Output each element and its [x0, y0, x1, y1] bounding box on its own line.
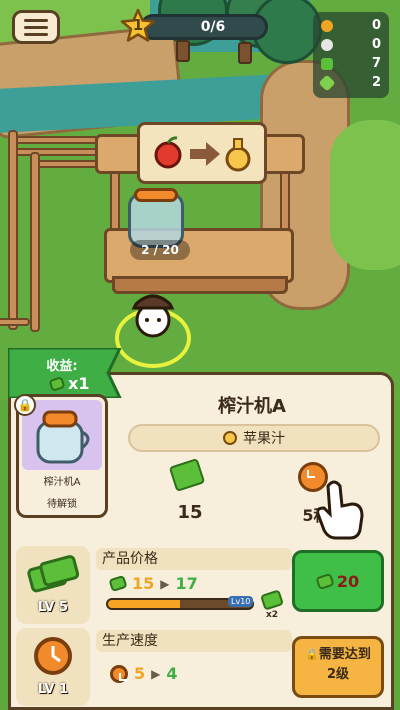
juice-bottle-icon [223, 431, 237, 445]
resource-panel: 0 0 7 2 [313, 12, 389, 98]
cash-icon [321, 57, 333, 70]
upgrade-label: 生产速度 [96, 630, 292, 652]
fence [10, 136, 102, 144]
lock-icon: 🔒 [14, 394, 36, 416]
resource-row: 0 [321, 16, 381, 35]
upgrade-speed-button[interactable]: 🔒需要达到 2级 [292, 636, 384, 698]
requirement-line2: 2级 [326, 667, 350, 682]
income-label: 收益: [46, 359, 78, 374]
resource-value: 0 [371, 37, 381, 52]
upgrade-icon-box: LV 5 [16, 546, 90, 624]
upgrade-level: LV 5 [37, 600, 69, 615]
arrow-right-icon [190, 142, 220, 166]
juice-bottle-icon [225, 138, 251, 172]
recipe-sign [137, 122, 267, 184]
cash-icon [315, 572, 335, 590]
upgrade-values: 15 ▶ 17 [108, 574, 198, 593]
cash-stack-icon [168, 458, 206, 492]
tap-hand-icon [318, 480, 364, 540]
apple-icon [154, 136, 182, 169]
resource-row: 7 [321, 54, 381, 73]
player-character[interactable] [130, 290, 176, 338]
upgrade-values: 5 ▶ 4 [110, 664, 178, 683]
upgrade-level-tag: Lv10 [228, 596, 254, 607]
fence [10, 148, 102, 156]
resource-value: 2 [371, 75, 381, 90]
upgrade-level: LV 1 [37, 682, 69, 697]
resource-value: 7 [371, 56, 381, 71]
grass-patch [330, 120, 400, 270]
juice-count: 2 / 20 [130, 240, 190, 260]
upgrade-label: 产品价格 [96, 548, 292, 570]
product-name: 苹果汁 [243, 431, 285, 447]
cash-icon [108, 574, 128, 593]
upgrade-to: 17 [175, 574, 198, 593]
upgrade-from: 15 [132, 574, 155, 593]
fence-post [8, 130, 18, 330]
menu-line [24, 18, 48, 22]
fence-post [30, 152, 40, 332]
upgrade-to: 4 [166, 664, 178, 683]
menu-line [24, 32, 48, 36]
resource-value: 0 [371, 18, 381, 33]
level-progress-text: 0/6 [200, 19, 226, 35]
upgrade-price-button[interactable]: 20 [292, 550, 384, 612]
upgrade-progress-fill [108, 600, 180, 608]
income-value-group: x1 [48, 374, 90, 393]
tree-trunk [176, 40, 190, 62]
gem-icon [318, 74, 336, 91]
gold-fruit-icon [321, 19, 333, 32]
arrow-right-icon: ▶ [160, 576, 170, 591]
level-star-icon: 1 [120, 8, 156, 44]
income-value: x1 [68, 374, 90, 393]
menu-line [24, 25, 48, 29]
upgrade-bonus: x2 [266, 610, 279, 620]
machine-card-name: 榨汁机A [43, 477, 81, 488]
clock-icon [110, 664, 128, 683]
machine-card-status: 待解锁 [47, 499, 77, 510]
lock-icon: 🔒 [305, 648, 319, 661]
bonus-cash-icon [260, 589, 284, 611]
stat-cost-value: 15 [177, 502, 203, 523]
tree-trunk [238, 42, 252, 64]
fence [0, 318, 30, 326]
fence [34, 160, 104, 168]
upgrade-icon-box: LV 1 [16, 628, 90, 706]
cash-icon [48, 375, 66, 392]
level-number: 1 [132, 16, 144, 34]
menu-button[interactable] [12, 10, 60, 44]
upgrade-from: 5 [134, 664, 146, 683]
product-pill: 苹果汁 [128, 424, 380, 452]
cotton-icon [321, 38, 333, 51]
arrow-right-icon: ▶ [151, 666, 161, 681]
upgrade-price-cost: 20 [336, 571, 360, 591]
level-progress-bar: 0/6 [140, 14, 268, 40]
resource-row: 2 [318, 73, 381, 92]
requirement-line1: 需要达到 [318, 647, 371, 662]
machine-title: 榨汁机A [218, 396, 286, 417]
resource-row: 0 [321, 35, 381, 54]
juicer-lid [134, 188, 178, 202]
